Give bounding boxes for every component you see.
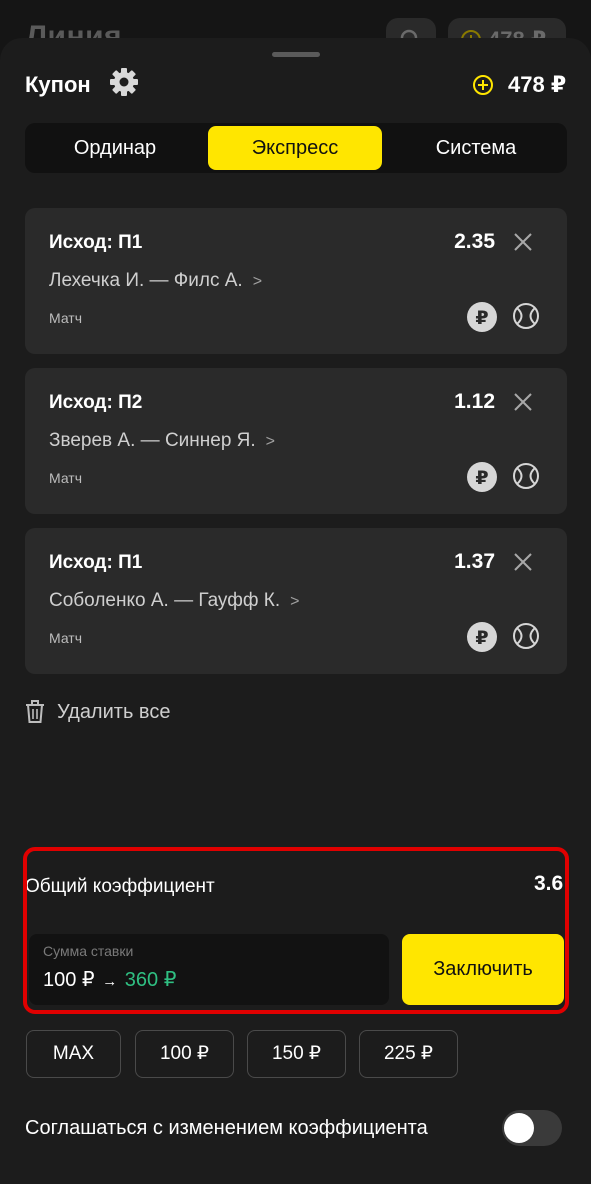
accept-odds-change-toggle[interactable] (502, 1110, 562, 1146)
ruble-icon: ₽ (467, 622, 497, 652)
svg-text:₽: ₽ (475, 467, 488, 489)
bet-type-label: Матч (49, 630, 83, 646)
ruble-icon: ₽ (467, 462, 497, 492)
svg-text:₽: ₽ (475, 307, 488, 329)
quick-stake-100[interactable]: 100 ₽ (135, 1030, 234, 1078)
coupon-sheet: Купон 478 ₽ Ординар Экспресс Система Исх… (0, 38, 591, 1184)
tab-single[interactable]: Ординар (28, 126, 202, 170)
bet-type-label: Матч (49, 310, 83, 326)
chevron-right-icon: > (265, 433, 276, 450)
tennis-ball-icon (513, 303, 539, 329)
bet-match-name: Соболенко А. — Гауфф К. (49, 590, 281, 611)
bet-card: Исход: П1 1.37 Соболенко А. — Гауфф К. > … (25, 528, 567, 674)
bet-outcome: Исход: П1 (49, 552, 143, 573)
close-icon[interactable] (513, 392, 533, 412)
bet-odd: 1.37 (454, 550, 495, 573)
gear-icon[interactable] (108, 66, 140, 98)
bet-card: Исход: П1 2.35 Лехечка И. — Филс А. > Мат… (25, 208, 567, 354)
sheet-drag-handle[interactable] (272, 52, 320, 57)
quick-stake-max[interactable]: MAX (26, 1030, 121, 1078)
bet-odd: 1.12 (454, 390, 495, 413)
tab-express[interactable]: Экспресс (208, 126, 382, 170)
tennis-ball-icon (513, 463, 539, 489)
accept-odds-change-label: Соглашаться с изменением коэффициента (25, 1117, 428, 1139)
bet-match-link[interactable]: Зверев А. — Синнер Я. > (49, 430, 275, 452)
trash-icon (26, 700, 44, 723)
highlight-box (23, 847, 569, 1014)
bet-match-name: Зверев А. — Синнер Я. (49, 430, 256, 451)
quick-stake-150[interactable]: 150 ₽ (247, 1030, 346, 1078)
chevron-right-icon: > (252, 273, 263, 290)
plus-circle-icon[interactable] (472, 74, 494, 96)
toggle-knob (504, 1113, 534, 1143)
bet-odd: 2.35 (454, 230, 495, 253)
bet-type-label: Матч (49, 470, 83, 486)
bet-outcome: Исход: П2 (49, 392, 143, 413)
coupon-title: Купон (25, 72, 91, 97)
bet-outcome: Исход: П1 (49, 232, 143, 253)
ruble-icon: ₽ (467, 302, 497, 332)
bet-match-link[interactable]: Лехечка И. — Филс А. > (49, 270, 262, 292)
bet-match-name: Лехечка И. — Филс А. (49, 270, 243, 291)
close-icon[interactable] (513, 552, 533, 572)
quick-stake-225[interactable]: 225 ₽ (359, 1030, 458, 1078)
tennis-ball-icon (513, 623, 539, 649)
close-icon[interactable] (513, 232, 533, 252)
balance-amount: 478 ₽ (508, 72, 567, 97)
chevron-right-icon: > (290, 593, 300, 610)
bet-card: Исход: П2 1.12 Зверев А. — Синнер Я. > Ма… (25, 368, 567, 514)
bet-match-link[interactable]: Соболенко А. — Гауфф К. > (49, 590, 299, 612)
tab-system[interactable]: Система (389, 126, 563, 170)
delete-all-label: Удалить все (57, 701, 171, 723)
svg-text:₽: ₽ (475, 627, 488, 649)
bet-type-tabs: Ординар Экспресс Система (25, 123, 567, 173)
